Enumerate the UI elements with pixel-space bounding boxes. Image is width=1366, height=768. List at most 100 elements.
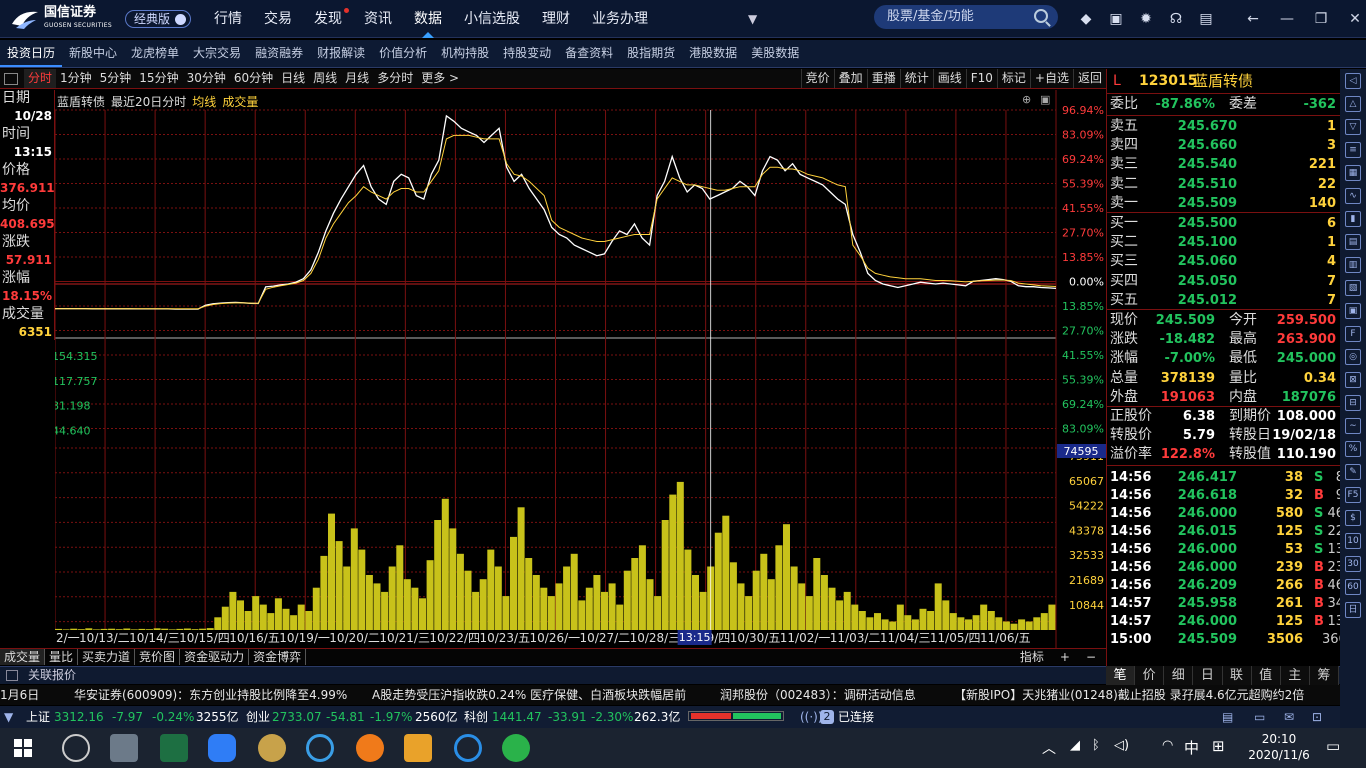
- indicator-tab-2[interactable]: 买卖力道: [78, 649, 136, 665]
- chart-tool-7[interactable]: +自选: [1029, 69, 1073, 88]
- period-tab-3[interactable]: 15分钟: [135, 69, 182, 88]
- buys-row-2[interactable]: 买三 245.060 4: [1107, 252, 1340, 271]
- indicator-tool-1[interactable]: +: [1056, 649, 1074, 665]
- period-tab-4[interactable]: 30分钟: [183, 69, 230, 88]
- buys-row-3[interactable]: 买四 245.050 7: [1107, 272, 1340, 291]
- doc-icon[interactable]: ▣: [1345, 303, 1361, 319]
- chart-settings-icon[interactable]: ⊕: [1022, 93, 1031, 106]
- ticker-item-0[interactable]: 1月6日: [0, 685, 39, 705]
- tick-row[interactable]: 14:56 246.209 266 B 46: [1107, 577, 1344, 595]
- search-box[interactable]: 股票/基金/功能: [874, 5, 1058, 29]
- subnav-item-11[interactable]: 港股数据: [682, 40, 744, 67]
- excel-icon[interactable]: [160, 734, 188, 762]
- quote-tab-7[interactable]: 筹: [1310, 666, 1339, 685]
- indicator-tool-0[interactable]: 指标: [1016, 649, 1048, 665]
- subnav-item-5[interactable]: 财报解读: [310, 40, 372, 67]
- tick-row[interactable]: 14:57 246.000 125 B 13: [1107, 613, 1344, 631]
- sixty-icon[interactable]: 60: [1345, 579, 1361, 595]
- buys-row-0[interactable]: 买一 245.500 6: [1107, 214, 1340, 233]
- wechat-icon[interactable]: [502, 734, 530, 762]
- notification-icon[interactable]: ▭: [1326, 737, 1340, 755]
- quote-tab-4[interactable]: 联: [1223, 666, 1252, 685]
- windows-start-icon[interactable]: [14, 739, 32, 757]
- sells-row-1[interactable]: 卖四 245.660 3: [1107, 136, 1340, 155]
- sells-row-4[interactable]: 卖一 245.509 140: [1107, 194, 1340, 213]
- subnav-item-6[interactable]: 价值分析: [372, 40, 434, 67]
- expand-icon[interactable]: ▼: [4, 706, 13, 728]
- grid-icon[interactable]: ▦: [1345, 165, 1361, 181]
- search-icon[interactable]: [1034, 9, 1048, 23]
- guosen-app-icon[interactable]: [208, 734, 236, 762]
- subnav-item-12[interactable]: 美股数据: [744, 40, 806, 67]
- sells-row-3[interactable]: 卖二 245.510 22: [1107, 175, 1340, 194]
- trend-icon[interactable]: ∿: [1345, 188, 1361, 204]
- subnav-item-0[interactable]: 投资日历: [0, 40, 63, 67]
- chart-canvas[interactable]: 96.94% 83.09% 69.24% 55.39% 41.55% 27.70% 13.8…: [55, 90, 1106, 648]
- circle-icon[interactable]: ◎: [1345, 349, 1361, 365]
- nav-item-2[interactable]: 发现: [303, 0, 353, 38]
- arrow-up-icon[interactable]: △: [1345, 96, 1361, 112]
- chart-expand-icon[interactable]: ▣: [1040, 93, 1050, 106]
- subnav-item-4[interactable]: 融资融券: [248, 40, 310, 67]
- chart-tool-1[interactable]: 叠加: [833, 69, 867, 88]
- arrow-left-icon[interactable]: ◁: [1345, 73, 1361, 89]
- clock[interactable]: 20:10 2020/11/6: [1244, 731, 1314, 763]
- paint-icon[interactable]: [258, 734, 286, 762]
- pen-icon[interactable]: ✎: [1345, 464, 1361, 480]
- tick-row[interactable]: 14:56 246.015 125 S 22: [1107, 523, 1344, 541]
- tick-row[interactable]: 14:56246.41738S8: [1107, 469, 1344, 487]
- subnav-item-7[interactable]: 机构持股: [434, 40, 496, 67]
- scale-icon[interactable]: ⊠: [1345, 372, 1361, 388]
- minimize-icon[interactable]: —: [1278, 9, 1296, 29]
- period-tab-6[interactable]: 日线: [277, 69, 309, 88]
- period-tab-1[interactable]: 1分钟: [56, 69, 96, 88]
- chart-tool-0[interactable]: 竞价: [800, 69, 834, 88]
- compare-icon[interactable]: ⊟: [1345, 395, 1361, 411]
- quote-tab-6[interactable]: 主: [1281, 666, 1310, 685]
- close-icon[interactable]: ✕: [1346, 9, 1364, 29]
- buys-row-1[interactable]: 买二 245.100 1: [1107, 233, 1340, 252]
- indicator-tab-4[interactable]: 资金驱动力: [180, 649, 250, 665]
- nav-item-0[interactable]: 行情: [203, 0, 253, 38]
- cy-label[interactable]: 创业: [246, 706, 270, 728]
- sells-row-2[interactable]: 卖三 245.540 221: [1107, 155, 1340, 174]
- period-tab-7[interactable]: 周线: [309, 69, 341, 88]
- indicator-tool-2[interactable]: −: [1082, 649, 1100, 665]
- nav-item-1[interactable]: 交易: [253, 0, 303, 38]
- period-tab-5[interactable]: 60分钟: [230, 69, 277, 88]
- news-ticker[interactable]: 1月6日 华安证券(600909)：东方创业持股比例降至4.99% A股走势受压沪指…: [0, 685, 1366, 705]
- tick-row[interactable]: 14:56 246.000 53 S 13: [1107, 541, 1344, 559]
- chart-tool-2[interactable]: 重播: [866, 69, 900, 88]
- quote-tab-1[interactable]: 价: [1135, 666, 1165, 685]
- edge-icon[interactable]: [454, 734, 482, 762]
- chart-tool-4[interactable]: 画线: [932, 69, 966, 88]
- tick-row[interactable]: 14:56 246.000 239 B 23: [1107, 559, 1344, 577]
- bitcoin-icon[interactable]: $: [1345, 510, 1361, 526]
- message-icon[interactable]: ▤: [1196, 9, 1216, 29]
- calendar-icon[interactable]: ▥: [1345, 257, 1361, 273]
- ime-mode-icon[interactable]: ⊞: [1212, 737, 1225, 755]
- ticker-item-2[interactable]: A股走势受压沪指收跌0.24% 医疗保健、白酒板块跌幅居前: [372, 685, 686, 705]
- chart-tool-3[interactable]: 统计: [899, 69, 933, 88]
- f-icon[interactable]: ▣: [1106, 9, 1126, 29]
- fz-icon[interactable]: F: [1345, 326, 1361, 342]
- quote-tab-3[interactable]: 日: [1193, 666, 1223, 685]
- ie-icon[interactable]: [306, 734, 334, 762]
- edition-switch[interactable]: 经典版: [125, 10, 191, 28]
- network-icon[interactable]: ◢: [1070, 738, 1080, 753]
- period-tab-10[interactable]: 更多 >: [417, 69, 463, 88]
- chart-tool-6[interactable]: 标记: [996, 69, 1030, 88]
- subnav-item-9[interactable]: 备查资料: [558, 40, 620, 67]
- tick-row[interactable]: 14:56 246.000 580 S 46: [1107, 505, 1344, 523]
- thirty-icon[interactable]: 30: [1345, 556, 1361, 572]
- bag-icon[interactable]: ⊡: [1312, 706, 1322, 728]
- nav-item-5[interactable]: 小信选股: [453, 0, 531, 38]
- wifi-app-icon[interactable]: [62, 734, 90, 762]
- indicator-tab-3[interactable]: 竞价图: [135, 649, 181, 665]
- indicator-tab-0[interactable]: 成交量: [0, 649, 46, 665]
- buys-row-4[interactable]: 买五 245.012 7: [1107, 291, 1340, 310]
- video-icon[interactable]: [404, 734, 432, 762]
- bluetooth-icon[interactable]: ᛒ: [1092, 738, 1100, 753]
- ten-icon[interactable]: 10: [1345, 533, 1361, 549]
- quote-tab-0[interactable]: 笔: [1106, 666, 1136, 685]
